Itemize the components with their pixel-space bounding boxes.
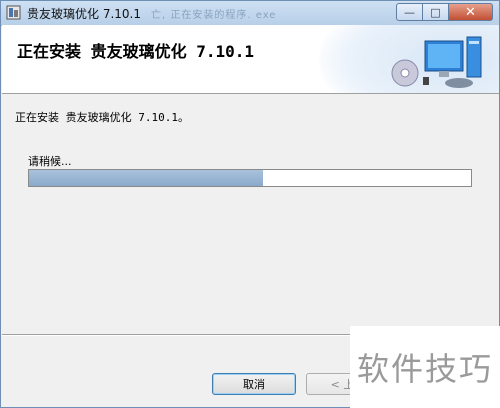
maximize-icon: □ <box>430 5 441 19</box>
window-controls: — □ ✕ <box>396 3 493 21</box>
progress-bar <box>28 169 472 187</box>
minimize-button[interactable]: — <box>396 3 423 21</box>
ghost-title: 亡, 正在安装的程序. exe <box>151 10 277 21</box>
cancel-button[interactable]: 取消 <box>212 373 296 395</box>
watermark: 软件技巧 <box>350 326 500 408</box>
header-banner: 正在安装 贵友玻璃优化 7.10.1 <box>2 25 499 94</box>
progress-fill <box>29 170 264 186</box>
banner-title: 正在安装 贵友玻璃优化 7.10.1 <box>17 42 255 61</box>
window-title: 贵友玻璃优化 7.10.1 <box>27 7 141 21</box>
maximize-button[interactable]: □ <box>423 3 449 21</box>
close-icon: ✕ <box>465 4 476 20</box>
close-button[interactable]: ✕ <box>449 3 493 21</box>
minimize-icon: — <box>404 5 415 19</box>
install-status-text: 正在安装 贵友玻璃优化 7.10.1。 <box>15 111 189 124</box>
app-icon <box>6 5 21 20</box>
title-bar[interactable]: 贵友玻璃优化 7.10.1 亡, 正在安装的程序. exe — □ ✕ <box>1 1 499 26</box>
computer-setup-icon <box>391 36 482 88</box>
please-wait-label: 请稍候... <box>28 155 72 168</box>
